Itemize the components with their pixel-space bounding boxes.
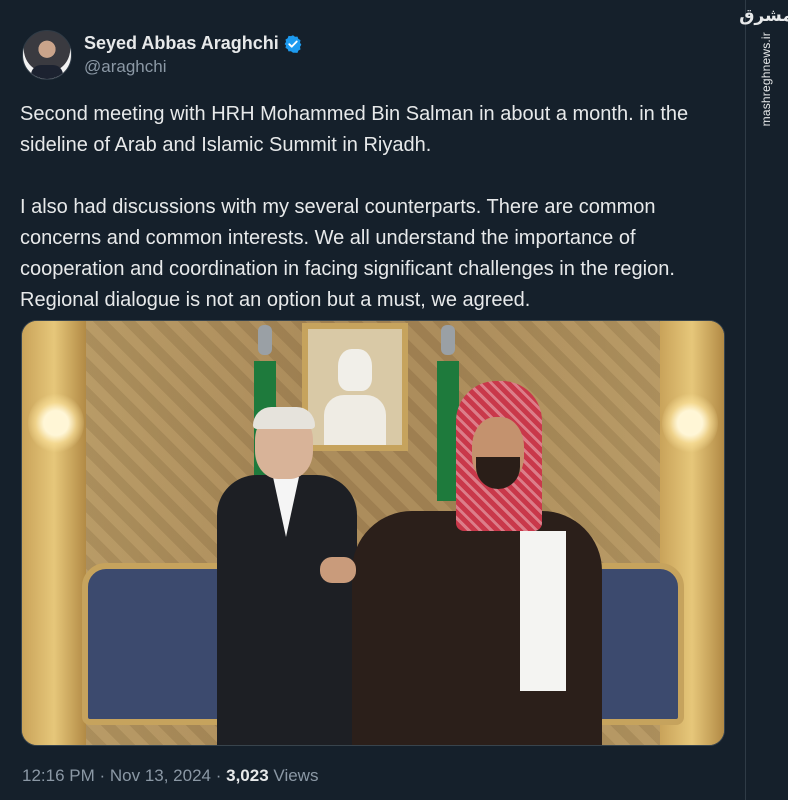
tweet-paragraph-2: I also had discussions with my several c… xyxy=(20,196,675,311)
watermark: مشرق mashreghnews.ir xyxy=(739,6,788,146)
view-count: 3,023 xyxy=(226,766,269,785)
tweet-meta: 12:16 PM · Nov 13, 2024 · 3,023 Views xyxy=(22,766,319,786)
author-names: Seyed Abbas Araghchi @araghchi xyxy=(84,33,303,77)
tweet-text: Second meeting with HRH Mohammed Bin Sal… xyxy=(20,99,720,316)
tweet-paragraph-1: Second meeting with HRH Mohammed Bin Sal… xyxy=(20,103,689,156)
watermark-url: mashreghnews.ir xyxy=(759,32,773,127)
person-right xyxy=(352,381,602,745)
tweet-header: Seyed Abbas Araghchi @araghchi xyxy=(22,28,303,82)
tweet-time[interactable]: 12:16 PM xyxy=(22,766,95,786)
avatar[interactable] xyxy=(22,30,72,80)
verified-badge-icon[interactable] xyxy=(283,34,303,54)
wall-lamp xyxy=(28,393,84,453)
name-row: Seyed Abbas Araghchi xyxy=(84,33,303,54)
watermark-logo: مشرق xyxy=(739,6,788,26)
tweet-date[interactable]: Nov 13, 2024 xyxy=(110,766,211,786)
tweet: Seyed Abbas Araghchi @araghchi Second me… xyxy=(0,0,745,800)
handshake xyxy=(320,557,356,583)
views-label: Views xyxy=(273,766,319,785)
handle[interactable]: @araghchi xyxy=(84,57,303,77)
display-name[interactable]: Seyed Abbas Araghchi xyxy=(84,33,279,54)
tweet-photo[interactable] xyxy=(21,320,725,746)
wall-lamp xyxy=(662,393,718,453)
